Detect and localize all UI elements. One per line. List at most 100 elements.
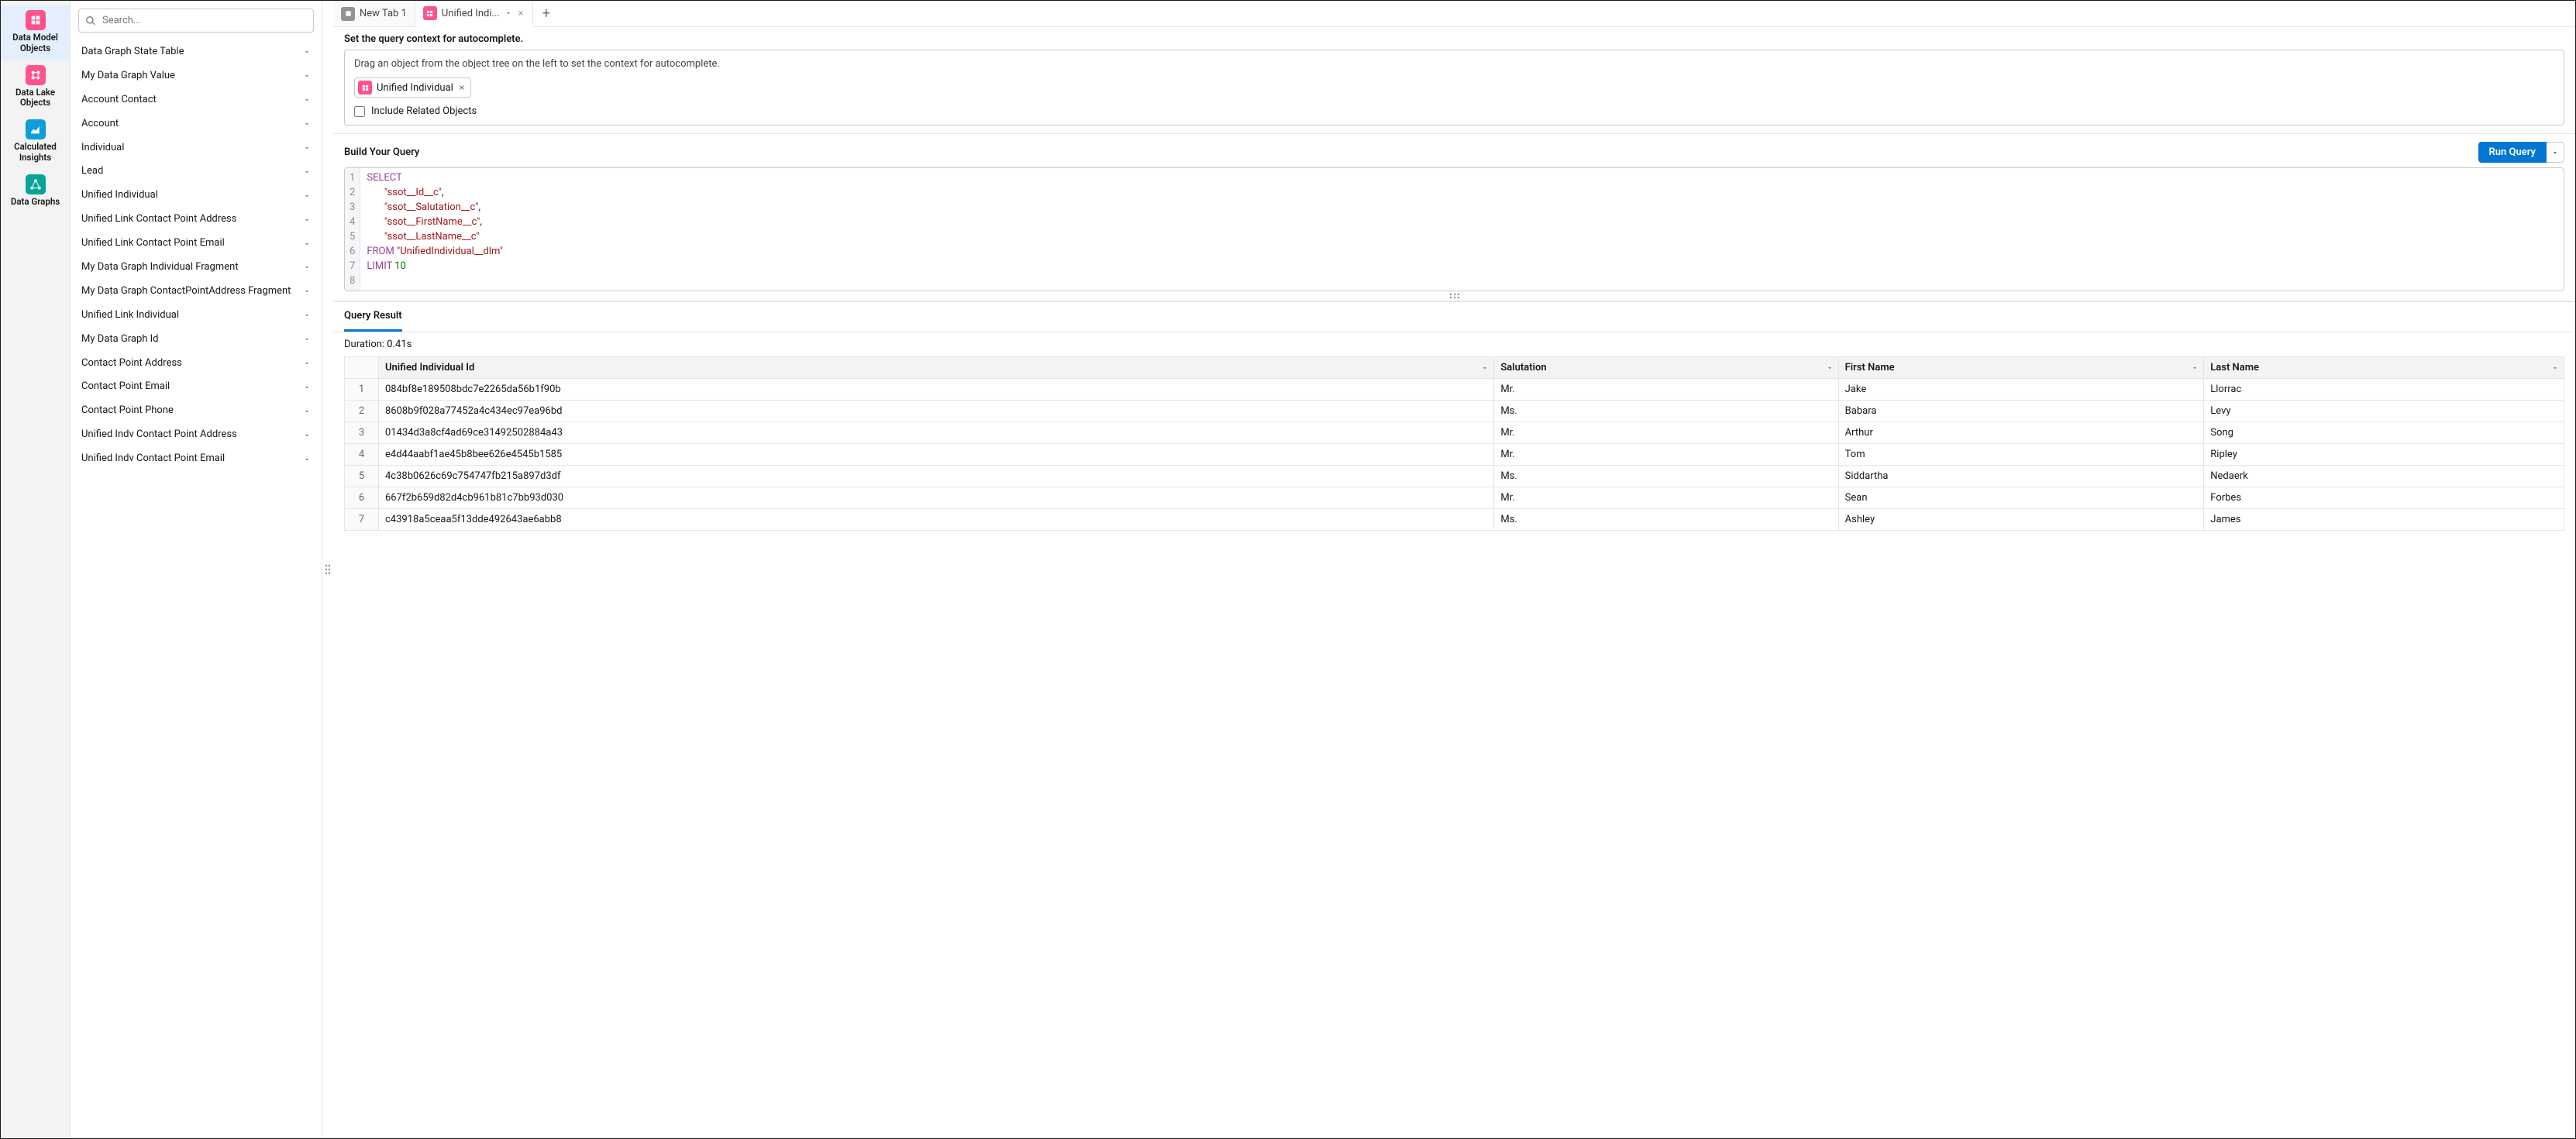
tree-item[interactable]: Data Graph State Table (71, 40, 322, 64)
tree-item[interactable]: Contact Point Phone (71, 399, 322, 423)
tree-item[interactable]: Unified Indv Contact Point Address (71, 423, 322, 447)
context-hint: Drag an object from the object tree on t… (354, 58, 2554, 70)
context-heading: Set the query context for autocomplete. (344, 33, 2564, 45)
chevron-down-icon (303, 192, 311, 200)
results-tab-query-result[interactable]: Query Result (344, 302, 402, 332)
chevron-down-icon (1481, 364, 1489, 372)
include-related-checkbox[interactable] (354, 106, 365, 117)
tree-item[interactable]: Unified Indv Contact Point Email (71, 447, 322, 471)
run-query-dropdown[interactable] (2547, 142, 2564, 163)
table-cell: Nedaerk (2204, 466, 2564, 487)
tree-item[interactable]: Unified Link Individual (71, 304, 322, 328)
tree-item[interactable]: Contact Point Address (71, 352, 322, 376)
tree-item[interactable]: Unified Link Contact Point Address (71, 208, 322, 232)
table-cell: Llorrac (2204, 379, 2564, 401)
chevron-down-icon (303, 336, 311, 343)
table-cell: Sean (1838, 487, 2204, 509)
run-query-button[interactable]: Run Query (2478, 142, 2547, 163)
table-row[interactable]: 1084bf8e189508bdc7e2265da56b1f90bMr.Jake… (345, 379, 2564, 401)
chevron-down-icon (303, 120, 311, 128)
tree-item[interactable]: Unified Individual (71, 184, 322, 208)
main-area: New Tab 1 Unified Indi... + Set the quer… (333, 1, 2575, 1138)
table-row[interactable]: 54c38b0626c69c754747fb215a897d3dfMs.Sidd… (345, 466, 2564, 487)
add-tab-button[interactable]: + (533, 5, 560, 22)
query-duration: Duration: 0.41s (333, 332, 2575, 356)
table-cell: 6 (345, 487, 379, 509)
table-row[interactable]: 7c43918a5ceaa5f13dde492643ae6abb8Ms.Ashl… (345, 509, 2564, 531)
chevron-down-icon (303, 360, 311, 367)
table-cell: 084bf8e189508bdc7e2265da56b1f90b (379, 379, 1494, 401)
table-cell: Siddartha (1838, 466, 2204, 487)
include-related-label: Include Related Objects (371, 105, 477, 117)
include-related-row: Include Related Objects (354, 105, 2554, 117)
table-cell: 5 (345, 466, 379, 487)
rail-item-data-graphs[interactable]: Data Graphs (1, 170, 70, 214)
editor-code[interactable]: SELECT "ssot__Id__c", "ssot__Salutation_… (360, 168, 2564, 291)
tree-item-label: Account Contact (81, 94, 298, 107)
column-header[interactable]: Salutation (1494, 357, 1838, 379)
chevron-down-icon (303, 240, 311, 248)
column-header[interactable]: Last Name (2204, 357, 2564, 379)
table-row[interactable]: 28608b9f028a77452a4c434ec97ea96bdMs.Baba… (345, 401, 2564, 422)
search-icon (85, 15, 96, 26)
chevron-down-icon (303, 456, 311, 463)
tree-item[interactable]: Account (71, 112, 322, 136)
tree-item-label: Unified Link Contact Point Address (81, 213, 298, 226)
tree-item[interactable]: Account Contact (71, 88, 322, 112)
column-header[interactable]: First Name (1838, 357, 2204, 379)
chevron-down-icon[interactable] (505, 9, 512, 17)
tree-item[interactable]: My Data Graph Individual Fragment (71, 256, 322, 280)
table-cell: Ashley (1838, 509, 2204, 531)
table-cell: Arthur (1838, 422, 2204, 444)
context-chip[interactable]: Unified Individual (354, 77, 471, 98)
table-cell: Jake (1838, 379, 2204, 401)
chevron-down-icon (303, 216, 311, 224)
table-cell: 3 (345, 422, 379, 444)
chevron-down-icon (303, 72, 311, 80)
tree-item[interactable]: Individual (71, 136, 322, 160)
query-editor[interactable]: 12345678 SELECT "ssot__Id__c", "ssot__Sa… (344, 167, 2564, 291)
run-query-group: Run Query (2478, 142, 2564, 163)
tree-item[interactable]: Lead (71, 160, 322, 184)
table-cell: Forbes (2204, 487, 2564, 509)
tree-item[interactable]: My Data Graph Value (71, 64, 322, 88)
rail-item-calculated-insights[interactable]: Calculated Insights (1, 115, 70, 170)
tree-item-label: Unified Indv Contact Point Address (81, 428, 298, 442)
tree-item[interactable]: My Data Graph Id (71, 328, 322, 352)
panel-resize-handle[interactable] (322, 1, 333, 1138)
table-cell: 01434d3a8cf4ad69ce31492502884a43 (379, 422, 1494, 444)
tree-item[interactable]: Unified Link Contact Point Email (71, 232, 322, 256)
table-row[interactable]: 4e4d44aabf1ae45b8bee626e4545b1585Mr.TomR… (345, 444, 2564, 466)
tab-unified-individual[interactable]: Unified Indi... (415, 2, 533, 27)
tree-item-label: My Data Graph Individual Fragment (81, 261, 298, 274)
tab-label: New Tab 1 (360, 8, 407, 19)
rail-item-data-model-objects[interactable]: Data Model Objects (1, 5, 70, 60)
editor-resize-handle[interactable] (344, 291, 2564, 301)
table-row[interactable]: 301434d3a8cf4ad69ce31492502884a43Mr.Arth… (345, 422, 2564, 444)
tree-item-label: Contact Point Address (81, 357, 298, 370)
chevron-down-icon (303, 432, 311, 439)
tab-new-tab-1[interactable]: New Tab 1 (333, 1, 415, 26)
table-row[interactable]: 6667f2b659d82d4cb961b81c7bb93d030Mr.Sean… (345, 487, 2564, 509)
tree-item[interactable]: Contact Point Email (71, 375, 322, 399)
close-icon[interactable] (517, 9, 525, 17)
table-cell: 1 (345, 379, 379, 401)
chevron-down-icon (303, 311, 311, 319)
tree-item-label: Data Graph State Table (81, 46, 298, 59)
rail-item-data-lake-objects[interactable]: Data Lake Objects (1, 60, 70, 115)
table-cell: Ms. (1494, 466, 1838, 487)
table-cell: 7 (345, 509, 379, 531)
column-header[interactable]: Unified Individual Id (379, 357, 1494, 379)
chevron-down-icon (303, 263, 311, 271)
search-input[interactable] (78, 9, 314, 33)
chevron-down-icon (2191, 364, 2199, 372)
tree-item-label: My Data Graph ContactPointAddress Fragme… (81, 285, 298, 298)
chip-remove-icon[interactable] (458, 84, 466, 91)
tree-item-label: Unified Link Individual (81, 309, 298, 322)
tree-item-label: Contact Point Email (81, 380, 298, 394)
tree-item[interactable]: My Data Graph ContactPointAddress Fragme… (71, 280, 322, 304)
tree-item-label: Contact Point Phone (81, 404, 298, 418)
table-cell: 4 (345, 444, 379, 466)
tab-generic-icon (341, 7, 355, 21)
table-cell: Song (2204, 422, 2564, 444)
